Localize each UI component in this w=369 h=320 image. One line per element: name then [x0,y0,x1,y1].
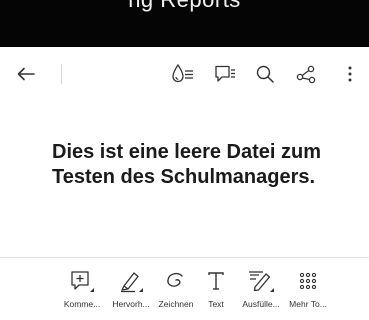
status-bar-text: ng Reports [0,0,369,13]
search-icon[interactable] [253,61,277,87]
tool-more[interactable]: Mehr To... [279,268,337,318]
document-line-1: Dies ist eine leere Datei zum [52,141,322,163]
document-text: Dies ist eine leere Datei zum Testen des… [52,140,352,190]
add-comment-icon [69,268,95,294]
liquid-mode-icon[interactable] [169,60,197,88]
highlighter-icon [118,268,144,294]
share-icon[interactable] [293,61,319,87]
tool-comment-label: Komme... [63,299,101,309]
tool-fill-sign-label: Ausfülle... [242,299,280,309]
more-tools-icon [299,268,317,294]
text-icon [206,268,226,294]
fill-sign-icon [247,268,275,294]
status-bar: ng Reports [0,0,369,47]
tool-text-label: Text [208,299,224,309]
draw-icon [164,268,188,294]
arrow-left-icon[interactable] [14,62,38,86]
comment-list-icon[interactable] [212,60,238,88]
tool-more-label: Mehr To... [289,299,327,309]
toolbar-divider [61,64,62,84]
bottom-toolbar-divider [0,257,369,258]
tool-highlight-label: Hervorh... [112,299,150,309]
document-line-2: Testen des Schulmanagers. [52,166,316,188]
more-vertical-icon[interactable] [340,61,360,87]
